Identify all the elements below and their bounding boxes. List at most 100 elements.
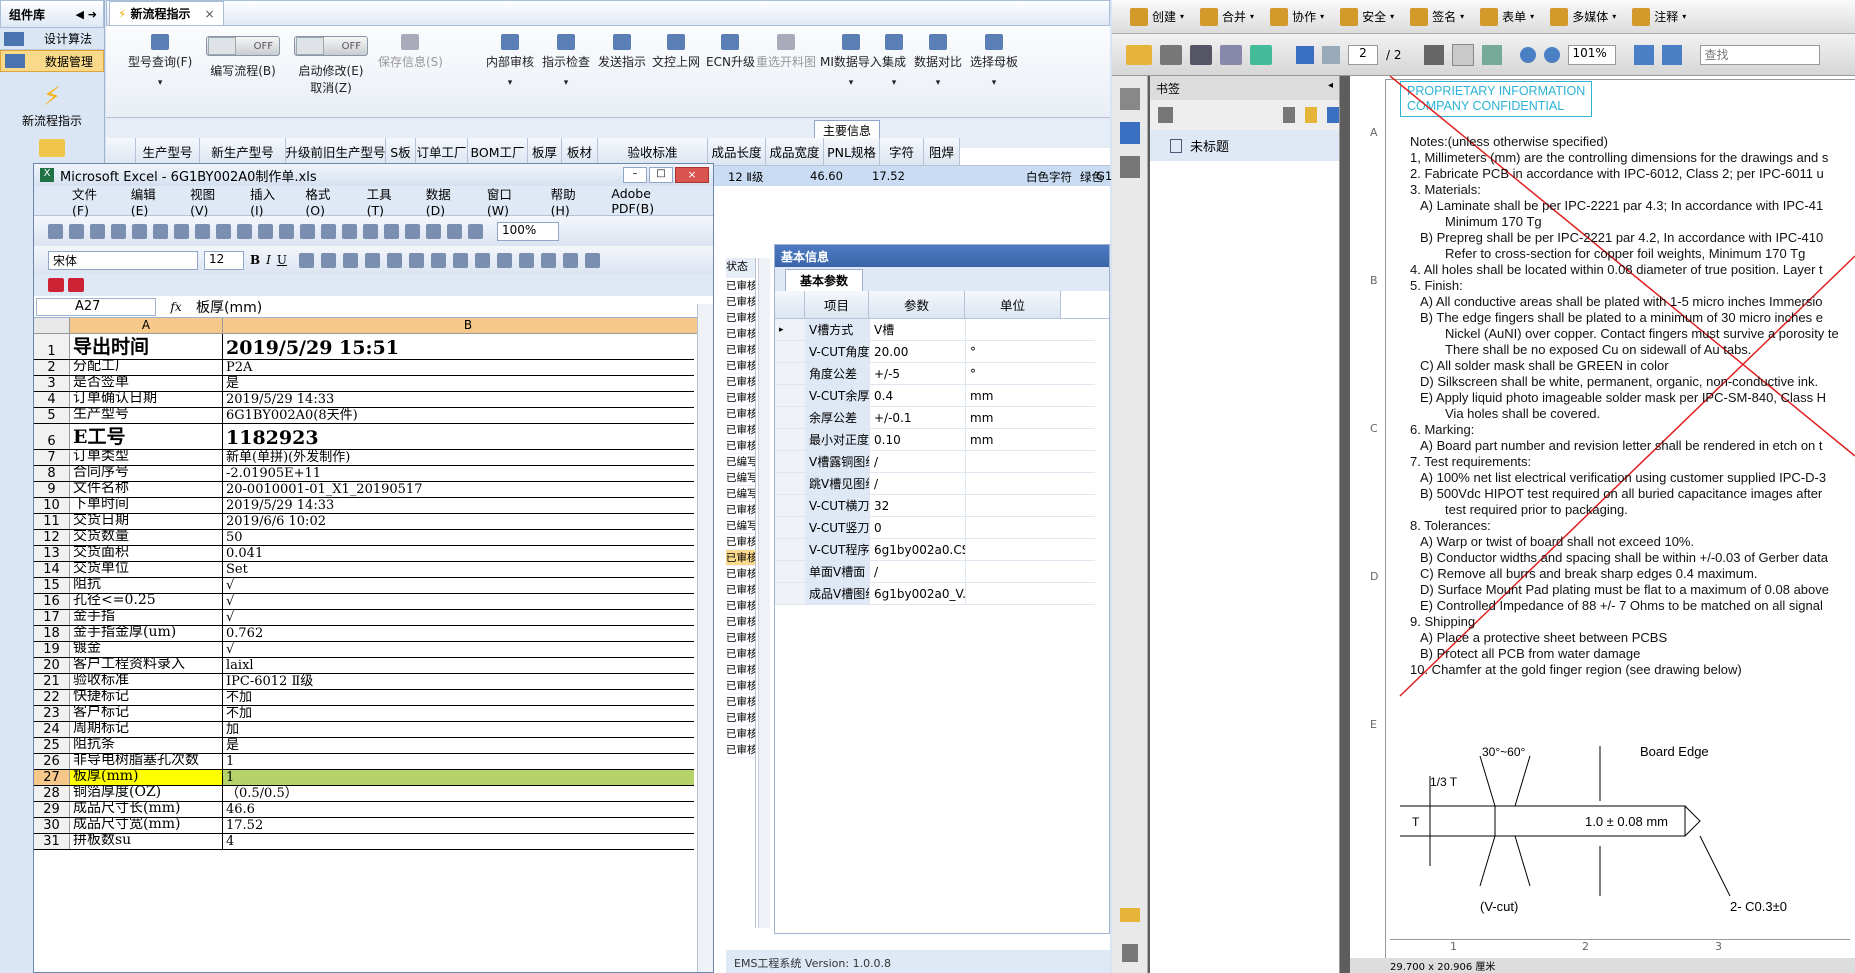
table-row[interactable]: 28 铜箔厚度(OZ) （0.5/0.5） [34,786,694,802]
status-item[interactable]: 已审核 [726,566,755,582]
cell-b[interactable]: √ [223,610,694,625]
param-value[interactable]: 20.00 [869,341,965,362]
new-bookmark-icon[interactable] [1305,107,1317,123]
start-modify-toggle[interactable]: OFF 启动修改(E) 取消(Z) [294,36,368,96]
formula-input[interactable]: 板厚(mm) [196,297,262,317]
table-row[interactable]: 25 阻抗条是 [34,738,694,754]
col-header[interactable]: 板材 [562,138,598,165]
reselect-cut-button[interactable]: 重选开料图 [756,34,816,70]
cell-b[interactable]: 46.6 [223,802,694,817]
function-icon[interactable]: fx [156,300,196,314]
pdf-task-comment[interactable]: 注释 ▾ [1632,7,1686,26]
cell-b[interactable]: 0.762 [223,626,694,641]
row-number[interactable]: 20 [34,658,70,673]
row-number[interactable]: 26 [34,754,70,769]
param-value[interactable]: 0.10 [869,429,965,450]
cell-a[interactable]: 交货数量 [70,530,223,545]
chart-icon[interactable] [447,223,462,239]
cell-b[interactable]: 不加 [223,690,694,705]
decrease-decimal-icon[interactable] [475,252,491,268]
param-value[interactable]: 32 [869,495,965,516]
cell-b[interactable]: P2A [223,360,694,375]
col-header[interactable]: 阻焊 [924,138,960,165]
maximize-icon[interactable]: □ [649,167,673,183]
param-row[interactable]: 成品V槽图纸6g1by002a0_V... [775,583,1095,605]
expand-bookmark-icon[interactable] [1327,107,1339,123]
status-item[interactable]: 已审核 [726,390,755,406]
cell-b[interactable]: 2019/5/29 14:33 [223,392,694,407]
table-row[interactable]: 31 拼板数su 4 [34,834,694,850]
merge-center-icon[interactable] [365,252,381,268]
table-row[interactable]: 30 成品尺寸宽(mm) 17.52 [34,818,694,834]
cell-b[interactable]: 是 [223,376,694,391]
comment-icon[interactable] [1120,908,1140,922]
table-row[interactable]: 10 下单时间 2019/5/29 14:33 [34,498,694,514]
ecn-upgrade-button[interactable]: ECN升级 [706,34,755,70]
col-header[interactable]: 成品宽度 [766,138,824,165]
row-number[interactable]: 28 [34,786,70,801]
full-screen-icon[interactable] [1661,44,1682,65]
col-header[interactable]: 成品长度 [708,138,766,165]
row-number[interactable]: 19 [34,642,70,657]
cell-a[interactable]: 分配工厂 [70,360,223,375]
cell-b[interactable]: 6G1BY002A0(8天件) [223,408,694,423]
page-thumbnails-icon[interactable] [1119,88,1140,110]
cell-a[interactable]: 文件名称 [70,482,223,497]
borders-icon[interactable] [541,252,557,268]
table-row[interactable]: 19 镀金 √ [34,642,694,658]
status-item[interactable]: 已审核 [726,630,755,646]
col-b-header[interactable]: B [223,318,713,333]
increase-decimal-icon[interactable] [453,252,469,268]
status-item[interactable]: 已审核 [726,598,755,614]
status-item[interactable]: 已审核 [726,342,755,358]
excel-menu-item[interactable]: 数据(D) [426,184,469,218]
permission-icon[interactable] [111,223,126,239]
excel-menu-item[interactable]: 编辑(E) [131,184,172,218]
cell-b[interactable]: 2019/5/29 15:51 [223,334,694,359]
row-number[interactable]: 14 [34,562,70,577]
param-row[interactable]: 角度公差 +/-5 ° [775,363,1095,385]
table-row[interactable]: 14 交货单位 Set [34,562,694,578]
param-row[interactable]: 余厚公差 +/-0.1 mm [775,407,1095,429]
zoom-select[interactable]: 100% [497,221,559,241]
row-number[interactable]: 21 [34,674,70,689]
pdf-task-pen[interactable]: 签名 ▾ [1410,7,1464,26]
status-item[interactable]: 已编写 [726,470,755,486]
sort-desc-icon[interactable] [426,223,441,239]
status-item[interactable]: 已审核 [726,278,755,294]
cell-a[interactable]: E工号 [70,424,223,449]
copy-icon[interactable] [258,223,273,239]
cell-a[interactable]: 周期标记 [70,722,223,737]
param-row[interactable]: V-CUT竖刀数0 [775,517,1095,539]
cell-b[interactable]: 2019/6/6 10:02 [223,514,694,529]
table-row[interactable]: 2 分配工厂 P2A [34,360,694,376]
col-header[interactable]: 板厚 [528,138,562,165]
status-item[interactable]: 已审核 [726,502,755,518]
cell-a[interactable]: 拼板数su [70,834,223,849]
increase-indent-icon[interactable] [519,252,535,268]
table-row[interactable]: 1 导出时间 2019/5/29 15:51 [34,334,694,360]
param-row[interactable]: 单面V槽面 / [775,561,1095,583]
status-item[interactable]: 已审核 [726,534,755,550]
save-info-button[interactable]: 保存信息(S) [378,34,443,70]
status-item[interactable]: 已审核 [726,358,755,374]
cell-a[interactable]: 客户工程资料录入 [70,658,223,673]
col-header[interactable]: BOM工厂 [468,138,528,165]
cell-b[interactable]: 1 [223,770,694,785]
fill-color-icon[interactable] [563,252,579,268]
row-number[interactable]: 1 [34,334,70,359]
status-item[interactable]: 已编写 [726,454,755,470]
param-value[interactable]: / [869,473,965,494]
zoom-in-icon[interactable] [1543,46,1560,63]
percent-icon[interactable] [409,252,425,268]
redo-icon[interactable] [342,223,357,239]
table-row[interactable]: 11 交货日期 2019/6/6 10:02 [34,514,694,530]
table-row[interactable]: 23 客户标记 不加 [34,706,694,722]
integrate-button[interactable]: 集成 ▾ [882,34,906,88]
row-number[interactable]: 12 [34,530,70,545]
cell-a[interactable]: 快捷标记 [70,690,223,705]
col-header[interactable]: 生产型号 [136,138,200,165]
row-number[interactable]: 5 [34,408,70,423]
excel-menu-item[interactable]: 窗口(W) [487,184,533,218]
param-value[interactable]: 0 [869,517,965,538]
